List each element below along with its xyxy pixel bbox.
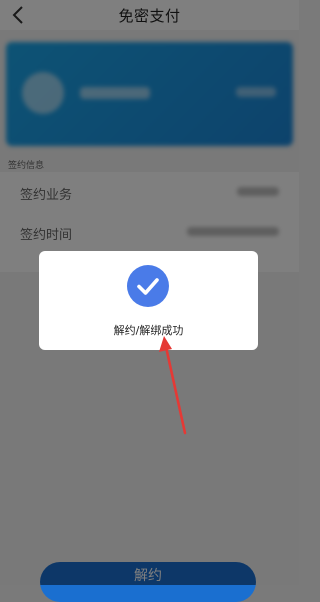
check-circle-icon [127,265,169,307]
success-dialog: 解约/解绑成功 [39,251,258,350]
dialog-message: 解约/解绑成功 [113,324,184,337]
